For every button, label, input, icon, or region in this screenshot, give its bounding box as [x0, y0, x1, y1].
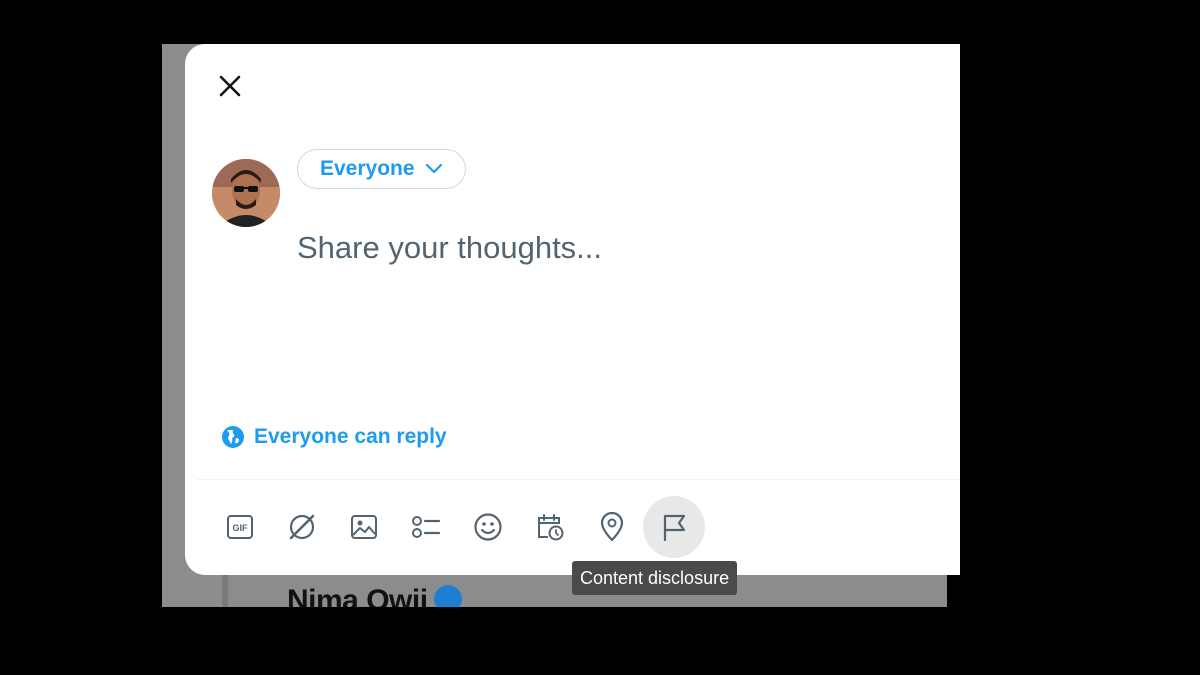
compose-toolbar: GIF — [209, 496, 749, 558]
flag-icon — [663, 514, 686, 542]
schedule-icon — [538, 514, 564, 541]
poll-list-icon — [412, 516, 441, 538]
gif-icon: GIF — [227, 515, 253, 539]
avatar[interactable] — [212, 159, 280, 227]
content-disclosure-button[interactable] — [643, 496, 705, 558]
compose-circle-icon — [289, 514, 315, 540]
content-disclosure-tooltip: Content disclosure — [572, 561, 738, 595]
schedule-button[interactable] — [519, 496, 581, 558]
location-button[interactable] — [581, 496, 643, 558]
audience-selector-button[interactable]: Everyone — [297, 149, 466, 189]
svg-text:GIF: GIF — [233, 523, 249, 533]
grok-button[interactable] — [271, 496, 333, 558]
reply-setting-label: Everyone can reply — [254, 425, 447, 448]
reply-settings-button[interactable]: Everyone can reply — [221, 425, 447, 449]
gif-button[interactable]: GIF — [209, 496, 271, 558]
location-icon — [600, 512, 624, 542]
background-author-name: Nima Owji — [287, 584, 462, 607]
image-button[interactable] — [333, 496, 395, 558]
thread-line — [222, 572, 228, 607]
close-icon — [219, 75, 241, 97]
emoji-button[interactable] — [457, 496, 519, 558]
divider — [197, 479, 960, 480]
chevron-down-icon — [425, 163, 442, 174]
audience-label: Everyone — [320, 157, 415, 180]
globe-icon — [222, 426, 244, 448]
close-button[interactable] — [213, 69, 247, 103]
verified-badge-icon — [433, 585, 462, 607]
compose-dialog: Everyone Everyone can reply GIF — [185, 44, 960, 575]
post-text-input[interactable] — [297, 230, 917, 266]
poll-button[interactable] — [395, 496, 457, 558]
emoji-icon — [474, 513, 502, 541]
image-icon — [351, 515, 377, 539]
